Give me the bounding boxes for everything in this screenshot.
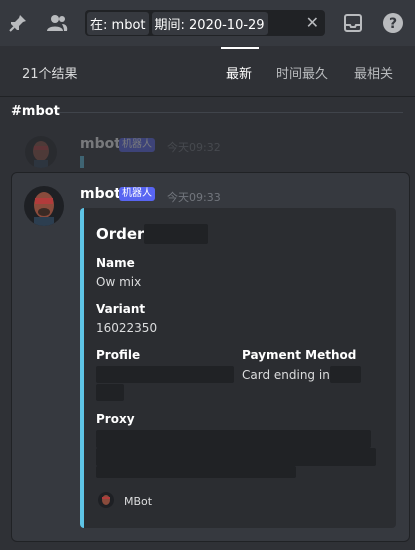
field-payment-label: Payment Method xyxy=(242,348,357,362)
order-embed: Order Name Ow mix Variant 16022350 Profi… xyxy=(80,208,396,528)
search-filter-date[interactable]: 期间: 2020-10-29 xyxy=(151,11,268,35)
avatar[interactable] xyxy=(24,186,64,226)
redacted-block xyxy=(96,448,376,466)
members-icon[interactable] xyxy=(44,10,70,36)
results-header: 21个结果 最新 时间最久 最相关 xyxy=(0,46,415,96)
username[interactable]: mbot xyxy=(80,186,121,202)
field-name-value: Ow mix xyxy=(96,275,142,289)
top-bar: 在: mbot 期间: 2020-10-29 ✕ ? xyxy=(0,0,415,46)
embed-accent xyxy=(80,156,84,168)
timestamp: 今天09:33 xyxy=(167,191,221,204)
active-tab-indicator xyxy=(221,47,259,49)
search-input[interactable]: 在: mbot 期间: 2020-10-29 ✕ xyxy=(85,10,325,36)
username[interactable]: mbot xyxy=(80,136,121,152)
field-name-label: Name xyxy=(96,256,135,270)
bot-tag: 机器人 xyxy=(119,138,155,152)
help-icon[interactable]: ? xyxy=(380,10,406,36)
close-icon[interactable]: ✕ xyxy=(306,13,319,32)
redacted-block xyxy=(96,430,371,448)
context-message: mbot 机器人 今天09:32 xyxy=(0,128,415,168)
field-payment-value: Card ending in xyxy=(242,368,330,382)
search-filter-channel[interactable]: 在: mbot xyxy=(87,11,149,35)
tab-newest[interactable]: 最新 xyxy=(226,63,252,82)
divider xyxy=(0,96,415,97)
field-proxy-label: Proxy xyxy=(96,412,135,426)
redacted-block xyxy=(96,466,296,478)
channel-name[interactable]: #mbot xyxy=(11,104,60,119)
avatar[interactable] xyxy=(25,136,57,168)
pin-icon[interactable] xyxy=(5,10,31,36)
field-variant-value: 16022350 xyxy=(96,321,158,335)
svg-text:?: ? xyxy=(389,16,397,32)
divider xyxy=(58,112,403,113)
field-variant-label: Variant xyxy=(96,302,146,316)
embed-title: Order xyxy=(96,225,145,243)
timestamp: 今天09:32 xyxy=(167,141,221,154)
tab-oldest[interactable]: 时间最久 xyxy=(276,63,328,82)
inbox-icon[interactable] xyxy=(340,10,366,36)
embed-footer: MBot xyxy=(124,495,153,508)
redacted-block xyxy=(96,366,234,383)
tab-relevant[interactable]: 最相关 xyxy=(354,63,393,82)
bot-tag: 机器人 xyxy=(119,187,155,201)
footer-avatar xyxy=(98,492,114,508)
redacted-block xyxy=(330,366,361,383)
result-count: 21个结果 xyxy=(22,67,78,82)
redacted-block xyxy=(144,224,208,244)
field-profile-label: Profile xyxy=(96,348,141,362)
redacted-block xyxy=(96,384,124,401)
